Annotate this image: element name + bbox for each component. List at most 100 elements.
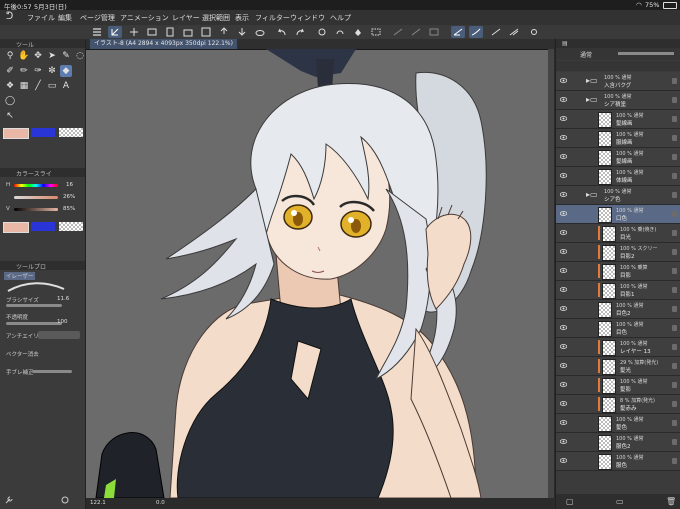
correct-line-icon[interactable]: ↖ — [4, 110, 16, 122]
snap-icon[interactable] — [409, 26, 423, 38]
quick-access-icon[interactable] — [108, 26, 122, 38]
cloud-icon[interactable] — [253, 26, 267, 38]
eye-icon[interactable] — [560, 229, 567, 236]
eye-icon[interactable] — [560, 96, 567, 103]
layer-row[interactable]: 100 % 通常 服線画 — [556, 129, 680, 148]
lock-icon[interactable] — [672, 268, 677, 274]
menu-selection[interactable]: 選択範囲 — [202, 13, 230, 23]
layer-row[interactable]: ▸▭ 100 % 通常 シア積塗 — [556, 91, 680, 110]
folder-icon[interactable]: ▭ — [616, 497, 624, 506]
vertical-scrollbar[interactable] — [548, 49, 554, 509]
hamburger-icon[interactable] — [90, 26, 104, 38]
lock-icon[interactable] — [672, 173, 677, 179]
layer-row[interactable]: 29 % 加算(発光) 髪光 — [556, 357, 680, 376]
pencil-icon[interactable]: ✏ — [18, 65, 30, 77]
settings-icon[interactable] — [527, 26, 541, 38]
wrench-icon[interactable] — [4, 495, 14, 505]
eye-icon[interactable] — [560, 438, 567, 445]
brush-size-slider[interactable] — [6, 304, 62, 307]
layer-row[interactable]: 100 % 通常 髪色 — [556, 414, 680, 433]
menu-help[interactable]: ヘルプ — [330, 13, 351, 23]
export-icon[interactable] — [217, 26, 231, 38]
special-ruler-snap-icon[interactable] — [469, 26, 483, 38]
layer-row[interactable]: 100 % 通常 服色 — [556, 452, 680, 471]
frame-icon[interactable]: ▭ — [46, 80, 58, 92]
stabilize-slider[interactable] — [32, 370, 72, 373]
ruler-snap-icon[interactable] — [451, 26, 465, 38]
menu-edit[interactable]: 編集 — [58, 13, 72, 23]
menu-page[interactable]: ページ管理 — [80, 13, 115, 23]
line-icon[interactable]: ╱ — [32, 80, 44, 92]
layer-row[interactable]: ▸▭ 100 % 通常 入含バクグ — [556, 72, 680, 91]
layer-row[interactable]: 100 % 通常 口色 — [556, 205, 680, 224]
lock-icon[interactable] — [672, 420, 677, 426]
undo-icon[interactable] — [275, 26, 289, 38]
layers-icon[interactable] — [145, 26, 159, 38]
eye-icon[interactable] — [560, 400, 567, 407]
blend-icon[interactable]: ✼ — [46, 65, 58, 77]
layer-row[interactable]: 100 % 通常 髪線画 — [556, 110, 680, 129]
main-color-swatch-2[interactable] — [3, 222, 29, 233]
layer-row[interactable]: 100 % 乗(焼き) 目光 — [556, 224, 680, 243]
lock-icon[interactable] — [672, 458, 677, 464]
brush-icon[interactable]: ✐ — [4, 65, 16, 77]
layer-row[interactable]: 100 % 通常 目色 — [556, 319, 680, 338]
new-layer-icon[interactable]: ▢ — [566, 497, 574, 506]
eye-icon[interactable] — [560, 419, 567, 426]
eye-icon[interactable] — [560, 191, 567, 198]
antialias-toggle[interactable] — [38, 331, 80, 339]
transparent-color-swatch-2[interactable] — [59, 222, 83, 231]
perspective-icon[interactable] — [507, 26, 521, 38]
eye-icon[interactable] — [560, 324, 567, 331]
layer-row[interactable]: 100 % 通常 目影1 — [556, 281, 680, 300]
move-layer-icon[interactable]: ✥ — [32, 50, 44, 62]
layer-opacity-slider[interactable] — [618, 52, 674, 55]
layer-row[interactable]: 8 % 加算(発光) 髪赤み — [556, 395, 680, 414]
download-icon[interactable] — [235, 26, 249, 38]
lock-icon[interactable] — [672, 192, 677, 198]
layer-row[interactable]: 100 % 乗算 目影 — [556, 262, 680, 281]
opacity-slider[interactable] — [6, 322, 62, 325]
new-canvas-icon[interactable] — [163, 26, 177, 38]
balloon-icon[interactable]: ◯ — [4, 95, 16, 107]
menu-view[interactable]: 表示 — [235, 13, 249, 23]
rotate-value[interactable]: 0.0 — [156, 500, 165, 506]
layer-row[interactable]: 100 % 通常 髪影 — [556, 376, 680, 395]
menu-window[interactable]: ウィンドウ — [290, 13, 325, 23]
eraser-icon[interactable]: ◆ — [60, 65, 72, 77]
layer-row[interactable]: ▸▭ 100 % 通常 シア色 — [556, 186, 680, 205]
blend-mode-select[interactable]: 通常 — [580, 50, 592, 59]
eye-icon[interactable] — [560, 343, 567, 350]
airbrush-icon[interactable]: ✑ — [32, 65, 44, 77]
eye-icon[interactable] — [560, 248, 567, 255]
lock-icon[interactable] — [672, 78, 677, 84]
grid-snap-icon[interactable] — [489, 26, 503, 38]
operation-icon[interactable]: ➤ — [46, 50, 58, 62]
hue-slider[interactable] — [14, 184, 58, 187]
trash-icon[interactable]: 🗑 — [666, 497, 676, 506]
lock-icon[interactable] — [672, 249, 677, 255]
open-icon[interactable] — [181, 26, 195, 38]
lock-icon[interactable] — [672, 135, 677, 141]
save-icon[interactable] — [199, 26, 213, 38]
subtool-settings-icon[interactable] — [60, 495, 70, 505]
move-icon[interactable] — [127, 26, 141, 38]
zoom-value[interactable]: 122.1 — [90, 500, 106, 506]
fill-icon[interactable] — [351, 26, 365, 38]
eye-icon[interactable] — [560, 77, 567, 84]
menu-layer[interactable]: レイヤー — [172, 13, 200, 23]
grid-icon[interactable] — [427, 26, 441, 38]
lock-icon[interactable] — [672, 97, 677, 103]
lock-icon[interactable] — [672, 401, 677, 407]
select-all-icon[interactable] — [369, 26, 383, 38]
layer-tab-icon[interactable]: ▤ — [562, 40, 568, 47]
circle-icon[interactable] — [315, 26, 329, 38]
eye-icon[interactable] — [560, 134, 567, 141]
hand-icon[interactable]: ✋ — [18, 50, 30, 62]
lock-icon[interactable] — [672, 306, 677, 312]
menu-animation[interactable]: アニメーション — [120, 13, 169, 23]
app-logo-icon[interactable]: ᕤ — [6, 11, 13, 22]
layer-row[interactable]: 100 % 通常 レイヤー 13 — [556, 338, 680, 357]
lock-icon[interactable] — [672, 363, 677, 369]
transparent-color-swatch[interactable] — [59, 128, 83, 137]
